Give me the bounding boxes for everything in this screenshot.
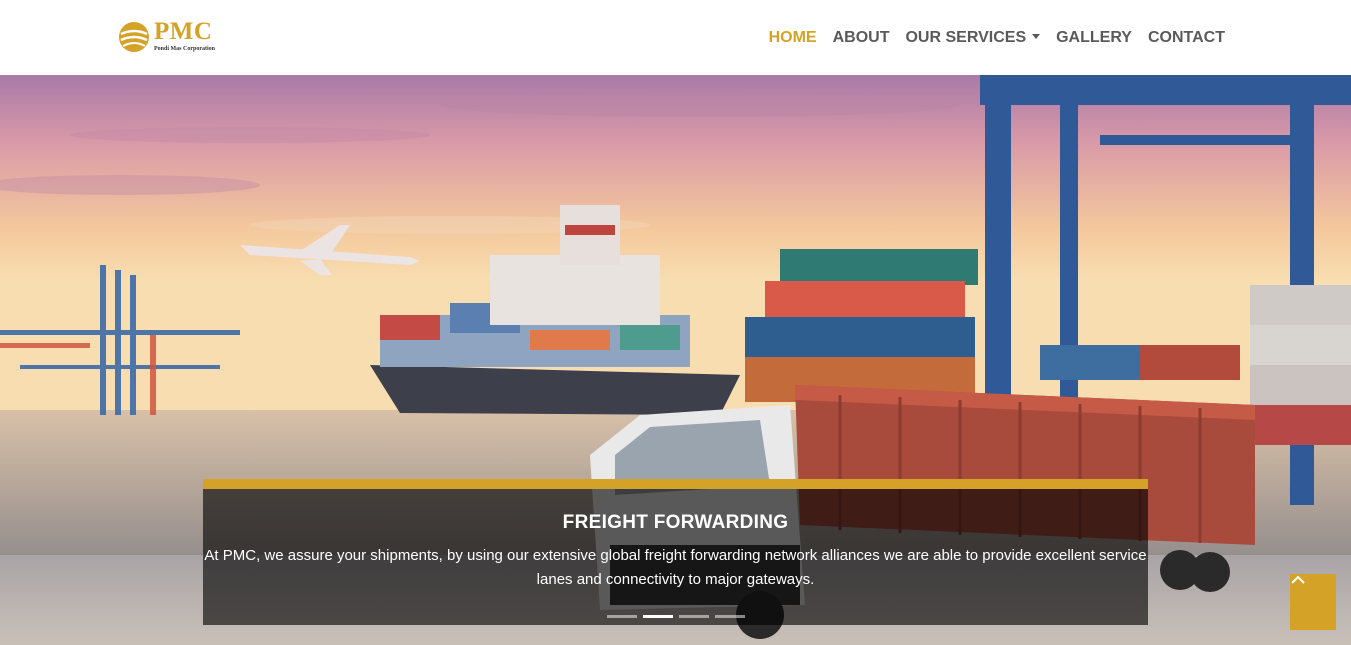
carousel-indicator-4[interactable] [715,615,745,618]
pmc-logo-icon [119,22,149,52]
main-nav: HOME ABOUT OUR SERVICES GALLERY CONTACT [753,28,1225,48]
brand-logo[interactable]: PMC Pondi Mas Corporation [117,18,227,58]
nav-contact[interactable]: CONTACT [1148,28,1225,48]
slide-caption: FREIGHT FORWARDING At PMC, we assure you… [203,479,1148,625]
carousel-indicator-1[interactable] [607,615,637,618]
carousel-indicator-3[interactable] [679,615,709,618]
chevron-up-icon [1291,575,1305,584]
brand-tagline: Pondi Mas Corporation [154,46,216,52]
carousel-indicators [607,615,745,618]
nav-about[interactable]: ABOUT [833,28,890,48]
nav-gallery[interactable]: GALLERY [1056,28,1132,48]
nav-our-services-label: OUR SERVICES [905,29,1027,46]
carousel-indicator-2[interactable] [643,615,673,618]
slide-description: At PMC, we assure your shipments, by usi… [204,547,1147,588]
slide-title: FREIGHT FORWARDING [562,512,789,533]
back-to-top-button[interactable] [1290,574,1336,630]
hero-carousel: FREIGHT FORWARDING At PMC, we assure you… [0,75,1351,645]
nav-our-services[interactable]: OUR SERVICES [905,28,1041,48]
site-header: PMC Pondi Mas Corporation HOME ABOUT OUR… [0,0,1351,75]
brand-name: PMC [154,18,213,45]
chevron-down-icon [1032,34,1041,39]
nav-home[interactable]: HOME [769,28,817,48]
